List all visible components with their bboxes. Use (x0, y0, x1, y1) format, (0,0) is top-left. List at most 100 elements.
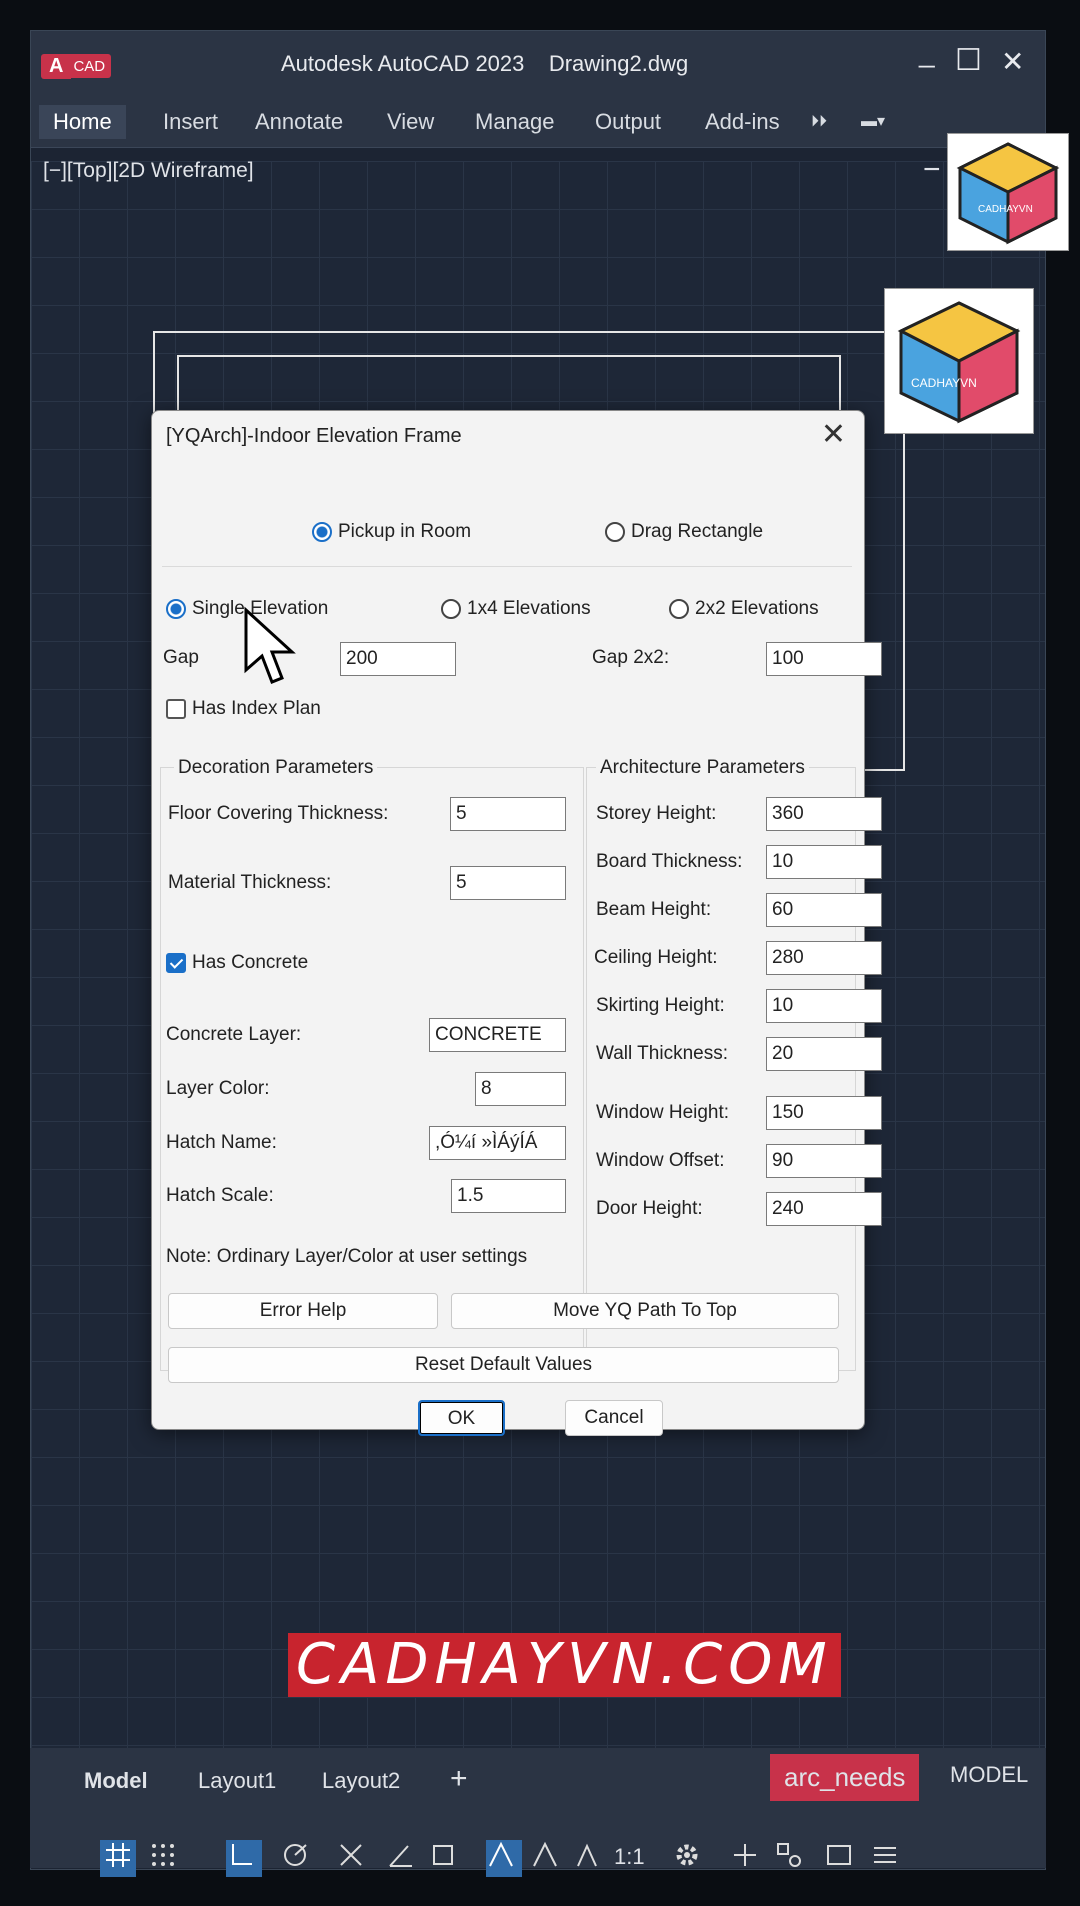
radio-label: Pickup in Room (338, 521, 472, 542)
scale-label[interactable]: 1:1 (614, 1844, 645, 1870)
gap-label: Gap (163, 647, 199, 668)
tab-add-ins[interactable]: Add-ins (691, 105, 794, 139)
hatch-scale-label: Hatch Scale: (166, 1185, 274, 1206)
ok-button[interactable]: OK (418, 1400, 505, 1436)
logo-a: A (41, 53, 72, 79)
storey-height-input[interactable]: 360 (766, 797, 882, 831)
cadhayvn-logo: CADHAYVN (884, 288, 1034, 434)
tab-layout1[interactable]: Layout1 (198, 1768, 276, 1794)
radio-on-icon (166, 598, 186, 619)
grid-icon[interactable] (100, 1840, 136, 1877)
fullscreen-icon[interactable] (824, 1840, 854, 1877)
radio-off-icon (441, 598, 461, 619)
radio-on-icon (312, 521, 332, 542)
radio-label: Drag Rectangle (631, 521, 764, 542)
radio-pickup-in-room[interactable]: Pickup in Room (312, 521, 471, 543)
tab-annotate[interactable]: Annotate (241, 105, 357, 139)
angle-icon[interactable] (386, 1840, 416, 1877)
cancel-button[interactable]: Cancel (565, 1400, 663, 1436)
tab-home[interactable]: Home (39, 105, 126, 139)
ceiling-height-label: Ceiling Height: (594, 947, 718, 968)
beam-height-input[interactable]: 60 (766, 893, 882, 927)
logo-cad: CAD (71, 54, 112, 78)
wall-thickness-input[interactable]: 20 (766, 1037, 882, 1071)
logo-text-large: CADHAYVN (911, 376, 977, 390)
ceiling-height-input[interactable]: 280 (766, 941, 882, 975)
radio-2x2-elevations[interactable]: 2x2 Elevations (669, 598, 819, 620)
tab-view[interactable]: View (373, 105, 448, 139)
skirting-height-label: Skirting Height: (596, 995, 725, 1016)
annotation-scale-icon[interactable] (572, 1840, 602, 1877)
polar-icon[interactable] (280, 1840, 310, 1877)
workspace-icon[interactable]: ▬▾ (847, 105, 899, 139)
layer-color-input[interactable]: 8 (475, 1072, 566, 1106)
minimize-icon[interactable]: _ (919, 37, 935, 69)
close-icon[interactable]: ✕ (1001, 45, 1024, 78)
door-height-label: Door Height: (596, 1198, 703, 1219)
checkbox-off-icon (166, 698, 186, 719)
checkbox-checked-icon (166, 952, 186, 973)
arc-needs-badge: arc_needs (770, 1754, 920, 1801)
radio-1x4-elevations[interactable]: 1x4 Elevations (441, 598, 591, 620)
board-thickness-input[interactable]: 10 (766, 845, 882, 879)
logo-text: CADHAYVN (978, 204, 1033, 215)
hatch-scale-input[interactable]: 1.5 (451, 1179, 566, 1213)
maximize-icon[interactable]: ☐ (955, 43, 982, 78)
radio-off-icon (605, 521, 625, 542)
cadhayvn-logo-top: CADHAYVN (947, 133, 1069, 251)
has-index-plan-checkbox[interactable]: Has Index Plan (166, 698, 321, 720)
tab-layout2[interactable]: Layout2 (322, 1768, 400, 1794)
note-text: Note: Ordinary Layer/Color at user setti… (166, 1246, 528, 1267)
door-height-input[interactable]: 240 (766, 1192, 882, 1226)
title-bar: A CAD Autodesk AutoCAD 2023 Drawing2.dwg… (31, 31, 1045, 95)
snap-icon[interactable] (148, 1840, 178, 1877)
board-thickness-label: Board Thickness: (596, 851, 743, 872)
skirting-height-input[interactable]: 10 (766, 989, 882, 1023)
move-yq-path-button[interactable]: Move YQ Path To Top (451, 1293, 839, 1329)
window-title: Autodesk AutoCAD 2023 Drawing2.dwg (281, 51, 689, 76)
concrete-layer-label: Concrete Layer: (166, 1024, 302, 1045)
hatch-name-input[interactable]: ,Ó¼í »ÌÁýÍÁ (429, 1126, 566, 1160)
isolate-icon[interactable] (774, 1840, 804, 1877)
window-offset-input[interactable]: 90 (766, 1144, 882, 1178)
has-concrete-checkbox[interactable]: Has Concrete (166, 952, 308, 974)
radio-label: 1x4 Elevations (467, 598, 591, 619)
menu-icon[interactable] (870, 1840, 900, 1877)
material-thickness-input[interactable]: 5 (450, 866, 566, 900)
wall-thickness-label: Wall Thickness: (596, 1043, 728, 1064)
gap2x2-label: Gap 2x2: (592, 647, 670, 668)
status-bar: Model Layout1 Layout2 + arc_needs MODEL … (30, 1748, 1046, 1877)
gear-icon[interactable] (672, 1840, 702, 1877)
tab-output[interactable]: Output (581, 105, 675, 139)
reset-default-button[interactable]: Reset Default Values (168, 1347, 839, 1383)
annotation-visibility-icon[interactable] (486, 1840, 522, 1877)
plus-icon[interactable] (730, 1840, 760, 1877)
tab-model[interactable]: Model (84, 1768, 148, 1794)
model-space-button[interactable]: MODEL (950, 1762, 1028, 1788)
decoration-group (160, 767, 584, 1371)
autoscale-icon[interactable] (530, 1840, 560, 1877)
gap2x2-input[interactable]: 100 (766, 642, 882, 676)
autocad-logo[interactable]: A CAD (41, 51, 121, 81)
overflow-icon[interactable]: ⏵⏵ (797, 105, 841, 139)
radio-drag-rectangle[interactable]: Drag Rectangle (605, 521, 763, 543)
floor-covering-input[interactable]: 5 (450, 797, 566, 831)
window-height-input[interactable]: 150 (766, 1096, 882, 1130)
osnap-icon[interactable] (336, 1840, 366, 1877)
error-help-button[interactable]: Error Help (168, 1293, 438, 1329)
viewport-collapse-icon[interactable]: − (923, 153, 941, 187)
dialog-title: [YQArch]-Indoor Elevation Frame (166, 425, 462, 447)
divider (162, 566, 852, 567)
tab-manage[interactable]: Manage (461, 105, 569, 139)
concrete-layer-input[interactable]: CONCRETE (429, 1018, 566, 1052)
checkbox-label: Has Index Plan (192, 698, 321, 719)
ortho-icon[interactable] (226, 1840, 262, 1877)
add-layout-icon[interactable]: + (450, 1762, 468, 1796)
gap-input[interactable]: 200 (340, 642, 456, 676)
layer-color-label: Layer Color: (166, 1078, 270, 1099)
dialog-close-icon[interactable]: ✕ (821, 417, 846, 452)
floor-covering-label: Floor Covering Thickness: (168, 803, 389, 824)
ucs-icon[interactable] (428, 1840, 458, 1877)
viewport-label[interactable]: [−][Top][2D Wireframe] (43, 159, 254, 183)
tab-insert[interactable]: Insert (149, 105, 232, 139)
